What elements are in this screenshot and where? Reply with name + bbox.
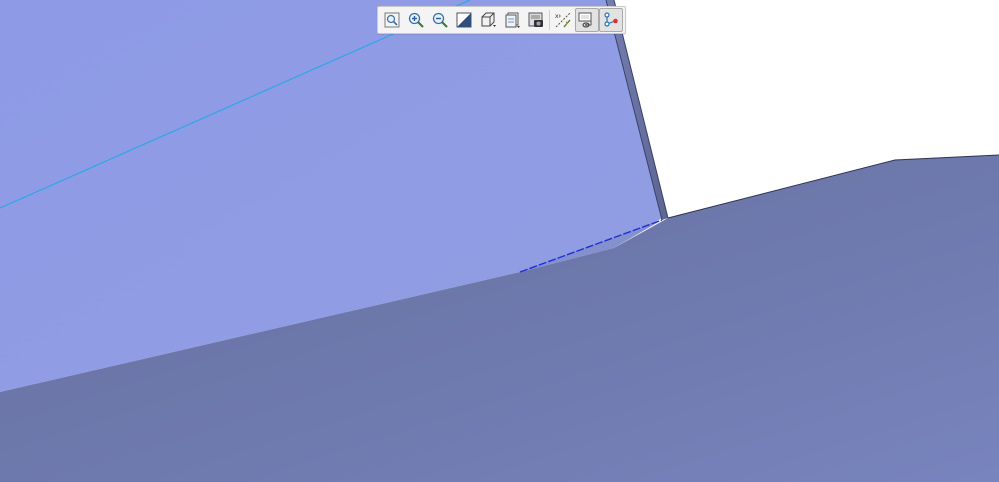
perspective-button[interactable] xyxy=(524,8,548,32)
shading-icon xyxy=(455,11,473,29)
view-manager-icon xyxy=(503,11,521,29)
spin-center-button[interactable] xyxy=(599,8,623,32)
zoom-fit-icon xyxy=(383,11,401,29)
spin-center-icon xyxy=(602,11,620,29)
datum-display-button[interactable]: x xyxy=(551,8,575,32)
zoom-fit-button[interactable] xyxy=(380,8,404,32)
view-toolbar: x xyxy=(377,6,626,34)
annotation-display-button[interactable] xyxy=(575,8,599,32)
saved-views-button[interactable] xyxy=(476,8,500,32)
zoom-in-button[interactable] xyxy=(404,8,428,32)
toolbar-separator xyxy=(549,10,550,30)
view-cube-icon xyxy=(479,11,497,29)
zoom-out-button[interactable] xyxy=(428,8,452,32)
annotation-icon xyxy=(578,11,596,29)
datum-axes-icon: x xyxy=(554,11,572,29)
graphics-viewport[interactable]: x xyxy=(0,0,999,482)
camera-icon xyxy=(527,11,545,29)
model-scene[interactable] xyxy=(0,0,999,482)
svg-text:x: x xyxy=(555,13,559,20)
display-style-button[interactable] xyxy=(452,8,476,32)
view-manager-button[interactable] xyxy=(500,8,524,32)
zoom-in-icon xyxy=(407,11,425,29)
zoom-out-icon xyxy=(431,11,449,29)
